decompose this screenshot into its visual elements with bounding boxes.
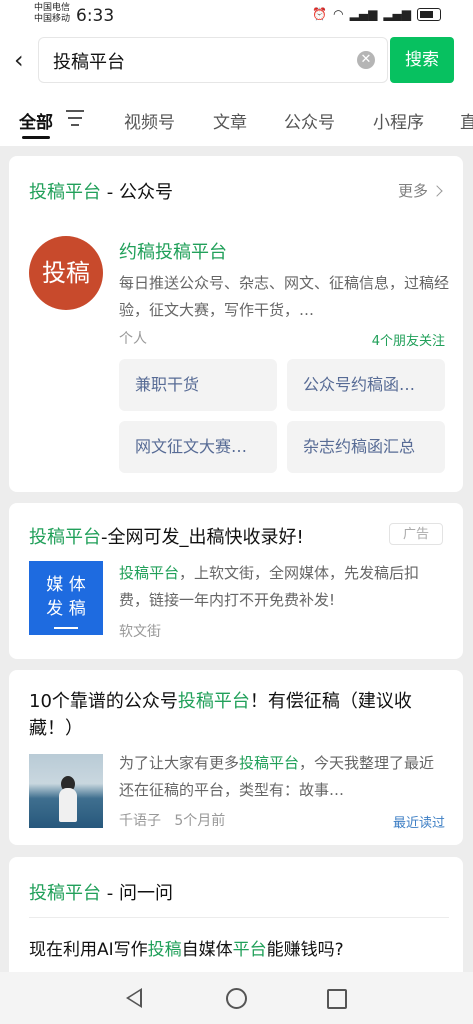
- account-result-card: 投稿平台 - 公众号 更多 投稿 约稿投稿平台 每日推送公众号、杂志、网文、征稿…: [9, 156, 463, 492]
- ad-description: 投稿平台，上软文街，全网媒体，先发稿后扣费，链接一年内打不开免费补发!: [119, 564, 420, 609]
- clear-icon[interactable]: ✕: [357, 51, 375, 69]
- account-description: 每日推送公众号、杂志、网文、征稿信息，过稿经验，征文大赛，写作干货，…: [119, 274, 450, 319]
- tab-official-accounts[interactable]: 公众号: [284, 108, 335, 133]
- status-time: 6:33: [76, 6, 115, 26]
- nav-back-icon[interactable]: [126, 988, 142, 1008]
- account-avatar[interactable]: 投稿: [29, 236, 103, 310]
- more-link[interactable]: 更多: [398, 180, 443, 201]
- alarm-icon: ⏰: [312, 7, 328, 21]
- battery-icon: [417, 7, 441, 21]
- chevron-right-icon: [431, 184, 443, 197]
- search-bar: ‹ 投稿平台 ✕ 搜索: [0, 34, 473, 90]
- recently-read-tag: 最近读过: [392, 816, 445, 831]
- tab-more-cut[interactable]: 直: [460, 108, 473, 133]
- article-time: 5个月前: [174, 813, 226, 829]
- signal-icon: ▂▄▆: [383, 7, 411, 21]
- ad-source: 软文街: [119, 624, 161, 640]
- article-author: 千语子: [119, 813, 161, 829]
- account-menu-item[interactable]: 网文征文大赛…: [119, 421, 277, 473]
- friends-following: 4个朋友关注: [371, 334, 445, 349]
- account-type: 个人: [119, 331, 147, 347]
- account-menu-item[interactable]: 兼职干货: [119, 359, 277, 411]
- system-navigation-bar: [0, 972, 473, 1024]
- article-thumbnail: [29, 754, 103, 828]
- tab-all[interactable]: 全部: [19, 108, 53, 133]
- filter-tabs: 全部 视频号 文章 公众号 小程序 直: [0, 90, 473, 146]
- qa-result-card: 投稿平台 - 问一问 现在利用AI写作投稿自媒体平台能赚钱吗?: [9, 857, 463, 982]
- article-title[interactable]: 10个靠谱的公众号投稿平台！有偿征稿（建议收藏！）: [29, 688, 449, 742]
- search-button[interactable]: 搜索: [390, 37, 454, 83]
- section-title: 投稿平台 - 公众号: [29, 182, 173, 203]
- signal-icon: ▂▄▆: [349, 7, 378, 21]
- tab-articles[interactable]: 文章: [213, 108, 247, 133]
- article-result-card[interactable]: 10个靠谱的公众号投稿平台！有偿征稿（建议收藏！） 为了让大家有更多投稿平台，今…: [9, 670, 463, 845]
- carrier-info: 中国电信 中国移动: [34, 3, 70, 25]
- ad-title[interactable]: 投稿平台-全网可发_出稿快收录好!: [29, 523, 304, 549]
- nav-recent-apps-icon[interactable]: [327, 989, 347, 1009]
- ad-thumbnail: 媒 体 发 稿: [29, 561, 103, 635]
- ad-badge[interactable]: 广告: [389, 523, 443, 545]
- account-name[interactable]: 约稿投稿平台: [119, 238, 227, 264]
- divider: [29, 917, 449, 918]
- filter-icon[interactable]: [66, 110, 84, 126]
- search-field[interactable]: 投稿平台 ✕: [38, 37, 388, 83]
- tab-channels[interactable]: 视频号: [124, 108, 175, 133]
- article-meta: 千语子 5个月前: [119, 810, 225, 830]
- account-menu-item[interactable]: 杂志约稿函汇总: [287, 421, 445, 473]
- status-icons: ⏰ ◠ ▂▄▆ ▂▄▆: [312, 7, 441, 21]
- search-input[interactable]: 投稿平台: [53, 48, 125, 74]
- ad-result-card[interactable]: 投稿平台-全网可发_出稿快收录好! 广告 媒 体 发 稿 投稿平台，上软文街，全…: [9, 503, 463, 659]
- status-bar: 中国电信 中国移动 6:33 ⏰ ◠ ▂▄▆ ▂▄▆: [0, 0, 473, 34]
- article-description: 为了让大家有更多投稿平台，今天我整理了最近还在征稿的平台，类型有：故事…: [119, 754, 435, 799]
- qa-question[interactable]: 现在利用AI写作投稿自媒体平台能赚钱吗?: [29, 935, 344, 960]
- back-arrow-icon[interactable]: ‹: [14, 48, 36, 74]
- carrier-2: 中国移动: [34, 14, 71, 24]
- tab-mini-programs[interactable]: 小程序: [373, 108, 424, 133]
- carrier-1: 中国电信: [34, 3, 71, 13]
- section-title: 投稿平台 - 问一问: [29, 883, 173, 904]
- account-menu-item[interactable]: 公众号约稿函…: [287, 359, 445, 411]
- wifi-icon: ◠: [333, 7, 344, 21]
- active-tab-indicator: [22, 136, 50, 139]
- nav-home-icon[interactable]: [226, 988, 247, 1009]
